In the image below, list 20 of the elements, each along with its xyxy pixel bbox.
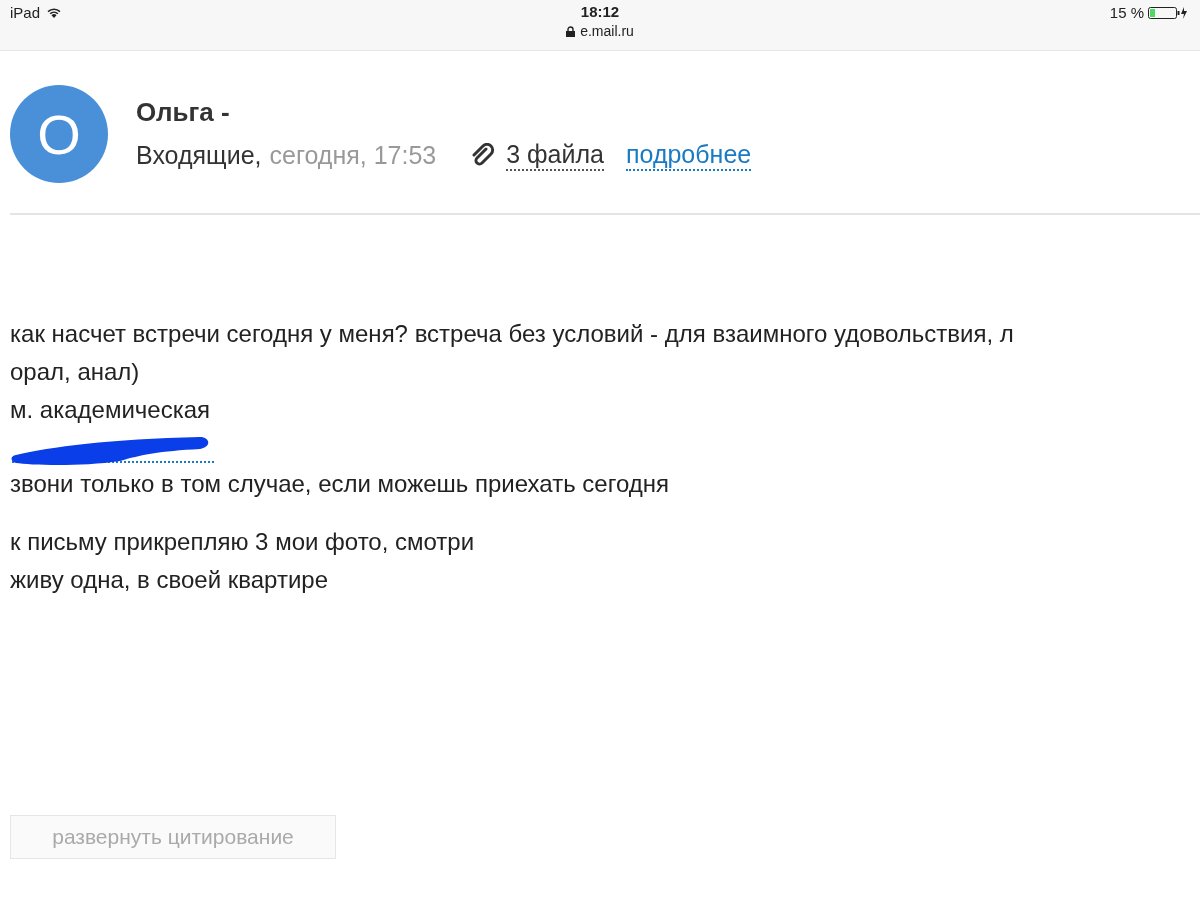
clock-time: 18:12 (580, 3, 620, 20)
message-date: сегодня, 17:53 (269, 141, 437, 170)
attachments-link[interactable]: 3 файла (506, 140, 604, 171)
lock-icon (566, 25, 576, 37)
message-text-line: орал, анал) (10, 357, 140, 387)
folder-name: Входящие, (136, 141, 262, 170)
details-link[interactable]: подробнее (626, 140, 752, 171)
sender-name: Ольга - (136, 97, 231, 128)
message-text-line: как насчет встречи сегодня у меня? встреча без условий - для взаимного удовольствия, л (10, 319, 1014, 349)
paperclip-icon (470, 142, 497, 169)
message-text-line: живу одна, в своей квартире (10, 565, 329, 595)
message-text-line: звони только в том случае, если можешь приехать сегодня (10, 469, 669, 499)
page-url[interactable]: e.mail.ru (580, 23, 634, 39)
message-text-line: м. академическая (10, 395, 211, 425)
wifi-icon (46, 6, 63, 19)
device-name: iPad (10, 4, 41, 21)
message-text-line: к письму прикрепляю 3 мои фото, смотри (10, 527, 475, 557)
sender-avatar: O (10, 85, 108, 183)
battery-percent: 15 % (1109, 4, 1144, 21)
battery-icon (1148, 5, 1188, 20)
